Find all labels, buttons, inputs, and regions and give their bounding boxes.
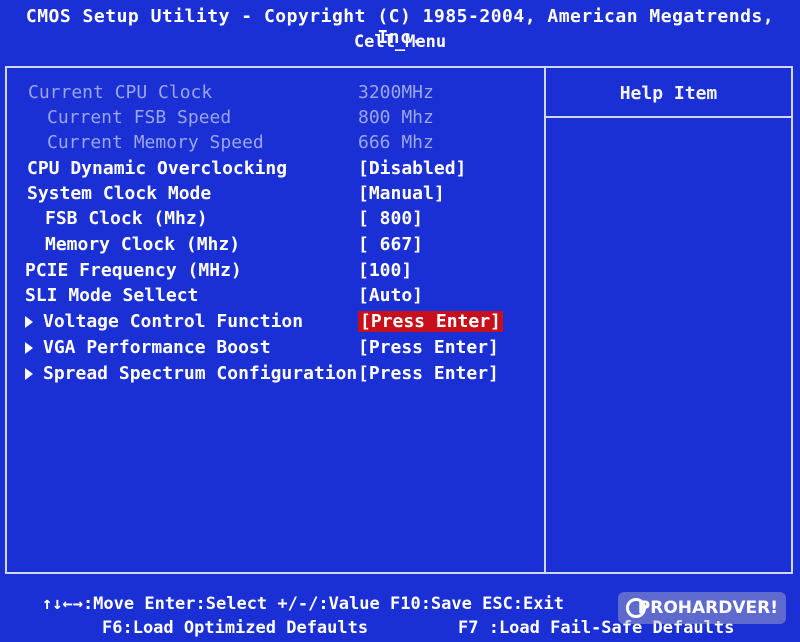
setting-value: 3200MHz [358, 82, 434, 103]
footer-navigation-keys: ↑↓←→:Move Enter:Select +/-/:Value F10:Sa… [42, 594, 564, 614]
setting-row-pcie-frequency[interactable]: PCIE Frequency (MHz) [100] [0, 260, 540, 284]
setting-row-memory-clock[interactable]: Memory Clock (Mhz) [ 667] [0, 234, 540, 258]
setting-label: Spread Spectrum Configuration [43, 363, 358, 384]
submenu-arrow-icon [25, 342, 33, 354]
panel-divider [544, 66, 546, 574]
submenu-arrow-icon [25, 316, 33, 328]
setting-value[interactable]: [100] [358, 260, 412, 281]
setting-row-spread-spectrum-configuration[interactable]: Spread Spectrum Configuration [Press Ent… [0, 363, 540, 387]
setting-value: 800 Mhz [358, 107, 434, 128]
watermark-logo-icon [626, 598, 646, 618]
help-separator [546, 116, 791, 118]
setting-label: System Clock Mode [27, 183, 212, 204]
setting-label: PCIE Frequency (MHz) [25, 260, 242, 281]
setting-value[interactable]: [ 800] [358, 208, 423, 229]
setting-label: VGA Performance Boost [43, 337, 271, 358]
setting-row-vga-performance-boost[interactable]: VGA Performance Boost [Press Enter] [0, 337, 540, 361]
menu-title: Cell_Menu [353, 32, 447, 52]
setting-value-selected[interactable]: [Press Enter] [358, 311, 503, 332]
setting-label: Current CPU Clock [28, 82, 213, 103]
setting-value[interactable]: [Auto] [358, 285, 423, 306]
setting-row-voltage-control-function[interactable]: Voltage Control Function [Press Enter] [0, 311, 540, 335]
watermark: PROHARDVER! [618, 592, 786, 624]
setting-label: FSB Clock (Mhz) [45, 208, 208, 229]
setting-value[interactable]: [Manual] [358, 183, 445, 204]
setting-label: Memory Clock (Mhz) [45, 234, 241, 255]
watermark-text: PROHARDVER! [637, 598, 778, 618]
setting-row-current-fsb-speed: Current FSB Speed 800 Mhz [0, 107, 540, 131]
setting-label: CPU Dynamic Overclocking [27, 158, 288, 179]
setting-value[interactable]: [Press Enter] [358, 337, 499, 358]
setting-label: Current Memory Speed [47, 132, 264, 153]
setting-row-system-clock-mode[interactable]: System Clock Mode [Manual] [0, 183, 540, 207]
setting-row-current-memory-speed: Current Memory Speed 666 Mhz [0, 132, 540, 156]
setting-row-sli-mode-select[interactable]: SLI Mode Sellect [Auto] [0, 285, 540, 309]
setting-value[interactable]: [Press Enter] [358, 363, 499, 384]
setting-label: Voltage Control Function [43, 311, 304, 332]
title-bar: CMOS Setup Utility - Copyright (C) 1985-… [0, 0, 800, 60]
submenu-arrow-icon [25, 368, 33, 380]
help-item-title: Help Item [619, 83, 718, 104]
setting-label: SLI Mode Sellect [25, 285, 199, 306]
setting-value[interactable]: [ 667] [358, 234, 423, 255]
setting-row-fsb-clock[interactable]: FSB Clock (Mhz) [ 800] [0, 208, 540, 232]
footer-load-optimized: F6:Load Optimized Defaults [102, 618, 369, 638]
setting-row-cpu-dynamic-overclocking[interactable]: CPU Dynamic Overclocking [Disabled] [0, 158, 540, 182]
setting-value[interactable]: [Disabled] [358, 158, 466, 179]
setting-value: 666 Mhz [358, 132, 434, 153]
setting-label: Current FSB Speed [47, 107, 232, 128]
setting-row-current-cpu-clock: Current CPU Clock 3200MHz [0, 82, 540, 106]
